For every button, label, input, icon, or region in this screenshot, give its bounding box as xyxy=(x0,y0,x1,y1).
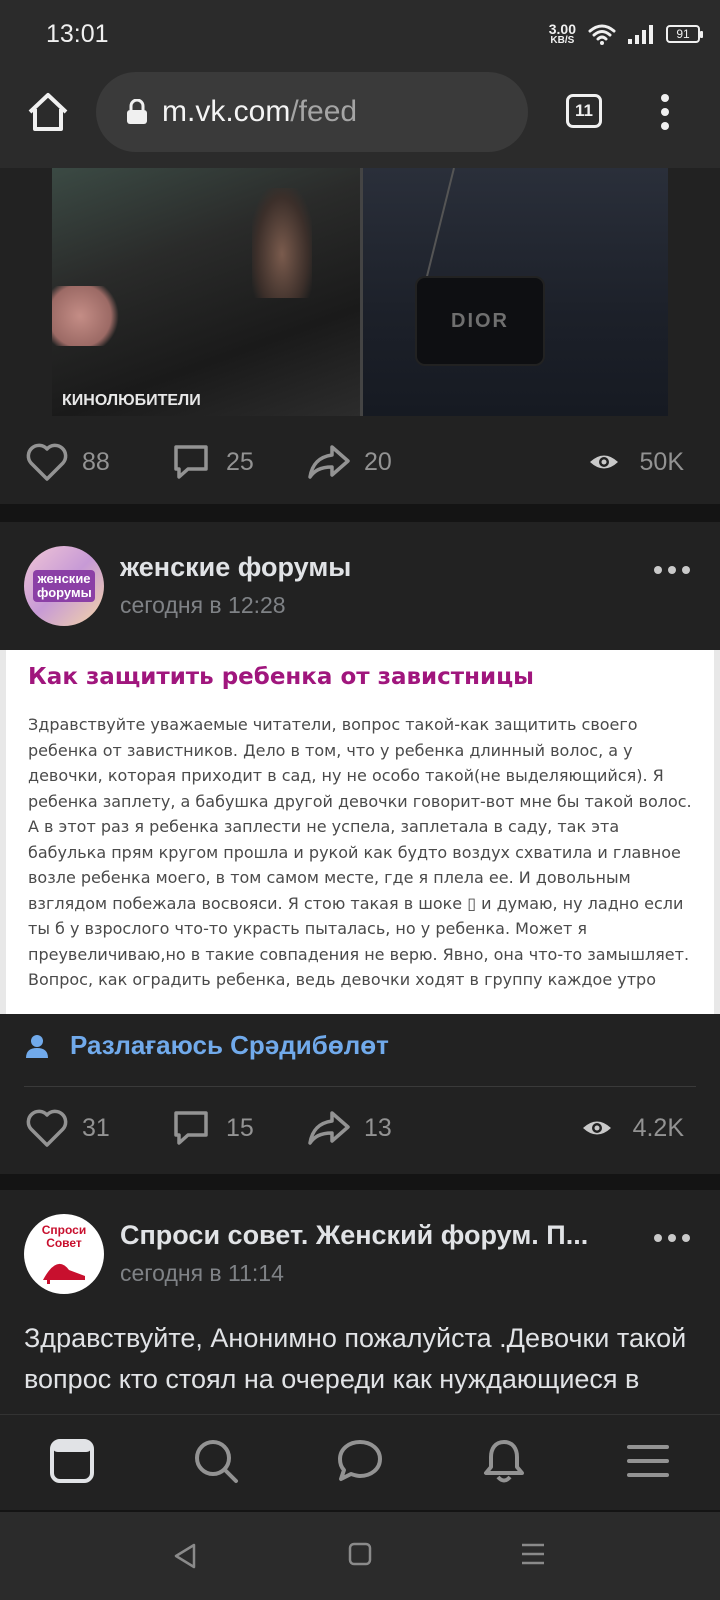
views-icon xyxy=(589,455,618,469)
home-screen-icon[interactable] xyxy=(348,1542,372,1566)
views-counter: 4.2K xyxy=(581,1098,684,1158)
like-count: 88 xyxy=(82,447,110,476)
post-header: женские форумы женские форумы сегодня в … xyxy=(0,522,720,648)
comment-icon xyxy=(174,445,208,479)
signal-icon xyxy=(628,25,653,44)
like-icon xyxy=(26,443,68,481)
views-count: 4.2K xyxy=(632,1113,684,1142)
search-icon[interactable] xyxy=(192,1437,240,1485)
feed-post: Спроси Совет Спроси совет. Женский форум… xyxy=(0,1190,720,1414)
browser-toolbar: m.vk.com/feed 11 xyxy=(0,68,720,168)
battery-icon: 91 xyxy=(666,25,703,43)
comment-button[interactable]: 15 xyxy=(168,1098,254,1158)
net-speed-unit: KB/S xyxy=(550,35,575,46)
status-bar: 13:01 3.00 KB/S 91 xyxy=(0,0,720,68)
post-time: сегодня в 11:14 xyxy=(120,1260,284,1286)
post-photo[interactable]: КИНОЛЮБИТЕЛИ DIOR xyxy=(52,168,668,416)
share-icon xyxy=(308,445,350,479)
signed-author-link[interactable]: Разлағаюсь Срәдибөлөт xyxy=(24,1030,389,1061)
address-bar[interactable]: m.vk.com/feed xyxy=(96,72,528,152)
avatar-text: Спроси Совет xyxy=(41,1223,87,1250)
more-icon[interactable] xyxy=(654,1234,690,1242)
lock-icon xyxy=(127,99,147,124)
tab-switcher-button[interactable]: 11 xyxy=(566,94,602,128)
post-text: Здравствуйте, Анонимно пожалуйста .Девоч… xyxy=(24,1323,687,1414)
signed-author-name: Разлағаюсь Срәдибөлөт xyxy=(70,1030,389,1060)
avatar[interactable]: Спроси Совет xyxy=(24,1214,104,1294)
more-icon[interactable] xyxy=(654,566,690,574)
share-icon xyxy=(308,1111,350,1145)
user-icon xyxy=(26,1034,48,1058)
feed-post: женские форумы женские форумы сегодня в … xyxy=(0,522,720,1174)
views-counter: 50K xyxy=(588,432,684,492)
menu-icon[interactable] xyxy=(624,1437,672,1485)
share-count: 20 xyxy=(364,447,392,476)
comment-button[interactable]: 25 xyxy=(168,432,254,492)
bag-text: DIOR xyxy=(451,309,509,332)
article-title: Как защитить ребенка от завистницы xyxy=(28,664,534,690)
url-domain: m.vk.com xyxy=(162,95,291,128)
home-icon[interactable] xyxy=(26,90,70,134)
recent-apps-icon[interactable] xyxy=(520,1542,546,1566)
post-actions: 31 15 13 4.2K xyxy=(0,1098,720,1158)
system-navigation xyxy=(0,1512,720,1600)
like-icon xyxy=(26,1109,68,1147)
url-path: /feed xyxy=(290,95,358,128)
wifi-icon xyxy=(588,24,616,45)
post-actions: 88 25 20 50K xyxy=(0,432,720,492)
post-author[interactable]: Спроси совет. Женский форум. П... xyxy=(120,1220,620,1251)
photo-left: КИНОЛЮБИТЕЛИ xyxy=(52,168,360,416)
net-speed-value: 3.00 xyxy=(548,21,576,37)
share-button[interactable]: 13 xyxy=(306,1098,392,1158)
avatar-text: женские форумы xyxy=(33,570,95,602)
share-button[interactable]: 20 xyxy=(306,432,392,492)
post-image[interactable]: Как защитить ребенка от завистницы Здрав… xyxy=(0,650,720,1014)
more-icon[interactable] xyxy=(650,94,680,130)
post-time: сегодня в 12:28 xyxy=(120,592,286,618)
bag-image: DIOR xyxy=(415,276,545,366)
status-time: 13:01 xyxy=(46,20,109,48)
notifications-icon[interactable] xyxy=(480,1437,528,1485)
comment-icon xyxy=(174,1111,208,1145)
comment-count: 25 xyxy=(226,447,254,476)
heel-icon xyxy=(43,1263,85,1284)
post-author[interactable]: женские форумы xyxy=(120,552,351,583)
photo-right: DIOR xyxy=(360,168,668,416)
post-header: Спроси Совет Спроси совет. Женский форум… xyxy=(0,1190,720,1316)
news-icon[interactable] xyxy=(48,1437,96,1485)
article-body: Здравствуйте уважаемые читатели, вопрос … xyxy=(28,715,692,989)
back-icon[interactable] xyxy=(172,1542,198,1570)
avatar[interactable]: женские форумы xyxy=(24,546,104,626)
like-button[interactable]: 88 xyxy=(24,432,110,492)
bottom-navigation xyxy=(0,1414,720,1510)
network-speed: 3.00 KB/S xyxy=(549,22,576,46)
comment-count: 15 xyxy=(226,1113,254,1142)
views-icon xyxy=(582,1121,611,1135)
divider xyxy=(24,1086,696,1087)
feed-post: КИНОЛЮБИТЕЛИ DIOR 88 25 20 50K xyxy=(0,168,720,504)
photo-caption: КИНОЛЮБИТЕЛИ xyxy=(62,392,201,409)
share-count: 13 xyxy=(364,1113,392,1142)
views-count: 50K xyxy=(639,447,684,476)
like-count: 31 xyxy=(82,1113,110,1142)
messages-icon[interactable] xyxy=(336,1437,384,1485)
status-icons: 3.00 KB/S 91 xyxy=(549,22,703,46)
like-button[interactable]: 31 xyxy=(24,1098,110,1158)
